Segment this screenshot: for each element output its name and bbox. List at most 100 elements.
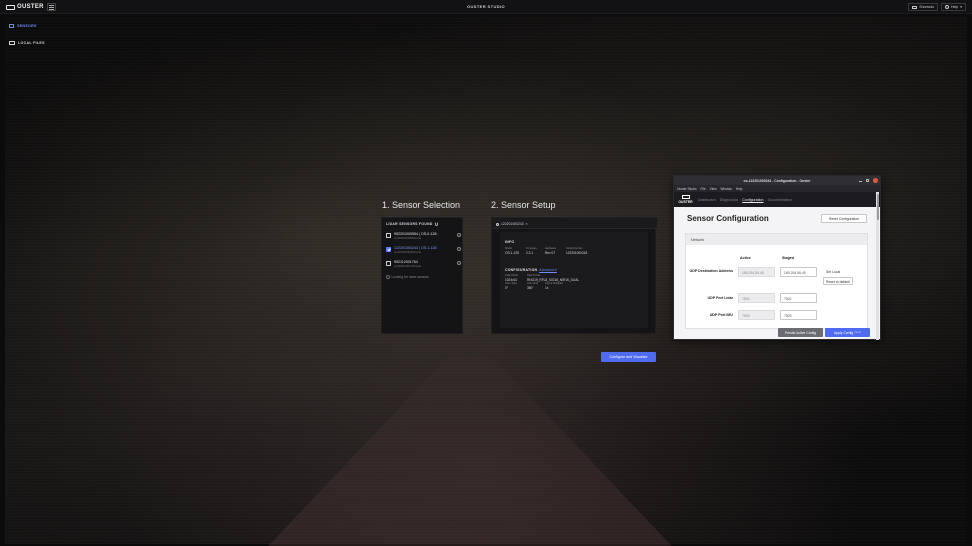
config-data-profile: Data Profile RNG19_RFL8_SIG16_NIR16_DUAL xyxy=(527,274,579,282)
nav-dashboard[interactable]: Dashboard xyxy=(698,198,716,202)
configuration-window: os-122201000243 - Configuration - Ouster… xyxy=(673,175,881,340)
advanced-link[interactable]: Advanced xyxy=(539,268,556,272)
configure-and-visualize-button[interactable]: Configure and Visualize xyxy=(601,352,656,362)
udp-port-lidar-staged-input[interactable]: 7502 xyxy=(780,293,817,303)
looking-text: Looking for more sensors xyxy=(391,275,429,279)
sensor-checkbox[interactable] xyxy=(386,247,391,252)
sensor-row[interactable]: 122201000243 | OS-1-128 os-122201000243.… xyxy=(386,246,461,258)
kv-value: Rev 07 xyxy=(545,250,556,255)
apply-config-hint: (none) xyxy=(854,331,862,334)
status-dot-icon xyxy=(496,222,499,226)
udp-destination-active: 169.254.56.45 xyxy=(738,267,775,277)
maximize-icon[interactable] xyxy=(866,179,869,182)
sidebar-item-local-files[interactable]: LOCAL FILES xyxy=(9,39,45,47)
menu-file[interactable]: File xyxy=(701,187,706,191)
help-label: Help xyxy=(951,5,959,9)
info-icon[interactable] xyxy=(457,261,461,265)
chevron-down-icon: ▾ xyxy=(960,5,962,9)
network-card-title: Network xyxy=(686,234,867,245)
sensor-name: 992112001764 xyxy=(394,260,418,264)
shortcuts-button[interactable]: Shortcuts xyxy=(908,3,939,11)
sensor-tab-label: 122201000243 xyxy=(501,222,524,226)
kv-key: Azim End xyxy=(527,282,539,285)
help-button[interactable]: Help ▾ xyxy=(941,3,966,11)
config-signal-multiplier: Signal Multiplier 1x xyxy=(545,282,563,290)
nav-configuration[interactable]: Configuration xyxy=(742,198,763,202)
sensor-name: 122201000243 | OS-1-128 xyxy=(394,246,437,250)
sensor-tab-bar: 122201000243 × xyxy=(492,218,657,229)
sidebar-item-label: SENSORS xyxy=(17,24,37,28)
info-icon[interactable] xyxy=(457,233,461,237)
top-right-actions: Shortcuts Help ▾ xyxy=(908,3,966,11)
config-lidar-mode: Lidar Mode 1024x10 xyxy=(505,274,518,282)
page-title: Sensor Configuration xyxy=(687,214,769,223)
apply-config-label: Apply Config xyxy=(833,330,854,335)
kv-key: Hardware xyxy=(545,247,557,250)
minimize-icon[interactable] xyxy=(859,180,862,182)
reset-to-default-button[interactable]: Reset to default xyxy=(823,277,853,285)
udp-port-lidar-label: UDP Port Lidar xyxy=(707,296,734,300)
info-serial: Serial Number 122201000243 xyxy=(566,247,587,255)
window-logo-text: OUSTER xyxy=(678,200,693,204)
lidar-sensors-heading-text: LIDAR SENSORS FOUND xyxy=(386,222,433,226)
window-scrollbar[interactable] xyxy=(876,192,879,340)
sidebar-item-sensors[interactable]: SENSORS xyxy=(9,22,37,30)
udp-port-lidar-active: 7502 xyxy=(738,293,775,303)
kv-key: Serial Number xyxy=(566,247,583,250)
sensor-checkbox[interactable] xyxy=(386,261,391,266)
sensor-details: INFO Model OS-1-128 Firmware 2.3.1 Hardwar… xyxy=(500,232,648,328)
udp-port-imu-staged-input[interactable]: 7503 xyxy=(780,310,817,320)
sensor-row[interactable]: 992112001764 os-992112001764.local xyxy=(386,260,461,272)
kv-value: 0° xyxy=(505,285,509,290)
info-firmware: Firmware 2.3.1 xyxy=(526,247,537,255)
configuration-heading-text: CONFIGURATION xyxy=(505,268,538,272)
kv-value: 2.3.1 xyxy=(526,250,534,255)
nav-diagnostics[interactable]: Diagnostics xyxy=(720,198,739,202)
window-nav: OUSTER Dashboard Diagnostics Configurati… xyxy=(674,192,880,207)
folder-icon xyxy=(9,41,15,45)
active-column-header: Active xyxy=(740,256,751,260)
window-titlebar[interactable]: os-122201000243 - Configuration - Ouster xyxy=(674,176,880,185)
udp-destination-staged-input[interactable]: 169.254.56.45 xyxy=(780,267,817,277)
kv-key: Azim Start xyxy=(505,282,517,285)
sensor-tab[interactable]: 122201000243 × xyxy=(496,222,528,226)
ouster-mark-icon xyxy=(681,195,690,199)
shortcuts-label: Shortcuts xyxy=(919,5,935,9)
info-icon[interactable] xyxy=(457,247,461,251)
persist-active-config-button[interactable]: Persist Active Config xyxy=(778,328,823,337)
info-model: Model OS-1-128 xyxy=(505,247,519,255)
sensor-hostname: os-122201000243.local xyxy=(394,251,421,254)
spinner-icon xyxy=(386,275,390,279)
refresh-icon[interactable] xyxy=(434,222,439,226)
looking-status: Looking for more sensors xyxy=(386,275,429,279)
info-hardware: Hardware Rev 07 xyxy=(545,247,556,255)
info-heading: INFO xyxy=(505,240,515,244)
nav-documentation[interactable]: Documentation xyxy=(768,198,792,202)
list-icon xyxy=(9,24,14,28)
kv-key: Firmware xyxy=(526,247,537,250)
config-azim-start: Azim Start 0° xyxy=(505,282,517,290)
kv-value: 360° xyxy=(527,285,534,290)
sensor-row[interactable]: 992201000554 | OS-0-128 os-992201000554.… xyxy=(386,232,461,244)
udp-port-imu-active: 7503 xyxy=(738,310,775,320)
road-surface xyxy=(255,356,685,546)
kv-key: Data Profile xyxy=(527,274,541,277)
reset-configuration-button[interactable]: Reset Configuration xyxy=(821,214,867,223)
kv-value: OS-1-128 xyxy=(505,250,519,255)
kv-value: 1x xyxy=(545,285,549,290)
help-icon xyxy=(945,5,950,9)
sensor-selection-panel: LIDAR SENSORS FOUND 992201000554 | OS-0-… xyxy=(381,217,463,334)
menu-ouster-studio[interactable]: Ouster Studio xyxy=(677,187,697,191)
top-bar: OUSTER OUSTER STUDIO Shortcuts Help ▾ xyxy=(0,0,972,14)
sensor-checkbox[interactable] xyxy=(386,233,391,238)
menu-help[interactable]: Help xyxy=(736,187,743,191)
menu-view[interactable]: View xyxy=(710,187,717,191)
close-icon[interactable]: × xyxy=(526,222,528,226)
apply-config-button[interactable]: Apply Config (none) xyxy=(825,328,870,337)
kv-value: RNG19_RFL8_SIG16_NIR16_DUAL xyxy=(527,277,580,282)
network-card: Network Active Staged UDP Destination Ad… xyxy=(685,233,868,329)
menu-window[interactable]: Window xyxy=(721,187,732,191)
close-window-icon[interactable] xyxy=(873,178,878,183)
set-local-button[interactable]: Set Local xyxy=(824,268,842,276)
kv-key: Lidar Mode xyxy=(505,274,518,277)
